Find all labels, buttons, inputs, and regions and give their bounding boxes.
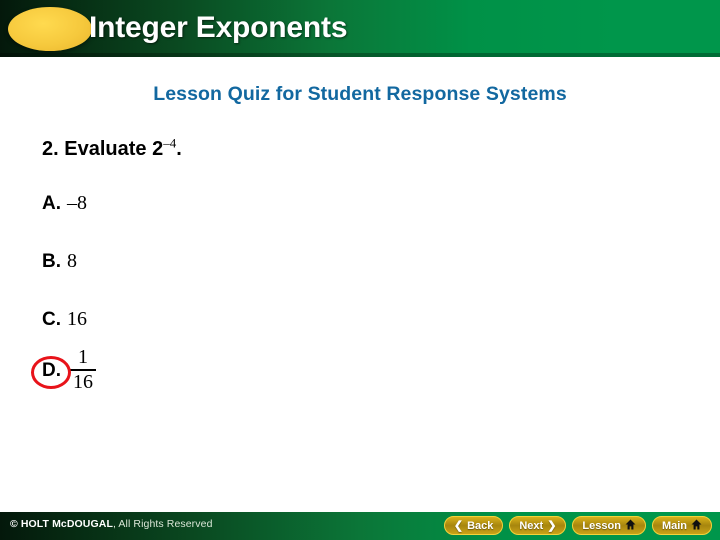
main-button-label: Main [661,519,687,532]
main-button[interactable]: Main [651,516,712,535]
answer-choice-d[interactable]: D. 1 16 [31,347,96,394]
question-exponent: –4 [163,135,177,151]
choice-value: 8 [67,250,77,272]
lesson-button-label: Lesson [582,519,621,532]
yellow-ellipse-icon [8,7,92,51]
fraction-numerator: 1 [78,346,88,368]
home-icon [691,519,702,533]
lesson-quiz-subtitle: Lesson Quiz for Student Response Systems [153,83,567,105]
choice-letter: C. [42,309,61,330]
home-icon [625,519,636,533]
footer-bar: © HOLT McDOUGAL, All Rights Reserved ❮ B… [0,512,720,540]
next-button-label: Next [519,519,544,532]
page-title: Integer Exponents [89,11,348,44]
question-period: . [176,138,182,160]
choice-value-fraction: 1 16 [70,347,96,393]
choice-letter: B. [42,251,61,272]
choice-value: –8 [67,192,87,214]
answer-choice-b[interactable]: B. 8 [42,250,77,273]
question-base: 2 [152,138,164,160]
copyright-brand: © HOLT McDOUGAL [10,518,113,530]
choice-letter: D. [42,360,61,381]
header-shadow-divider [0,53,720,57]
question-prompt: Evaluate [64,138,147,160]
answer-choice-c[interactable]: C. 16 [42,308,87,331]
footer-navigation-group: ❮ Back Next ❯ Lesson Main [443,516,712,535]
copyright-text: © HOLT McDOUGAL, All Rights Reserved [10,518,213,530]
lesson-button[interactable]: Lesson [572,516,646,535]
question-text: 2. Evaluate 2–4. [42,135,182,161]
slide-canvas: Integer Exponents Lesson Quiz for Studen… [0,0,720,540]
header-banner: Integer Exponents [0,0,720,57]
answer-choice-a[interactable]: A. –8 [42,192,87,215]
question-number: 2. [42,138,59,160]
next-button[interactable]: Next ❯ [509,516,567,535]
back-button[interactable]: ❮ Back [443,516,504,535]
fraction-denominator: 16 [73,371,93,393]
choice-value: 16 [67,308,87,330]
chevron-left-icon: ❮ [453,520,464,532]
choice-letter: A. [42,193,61,214]
chevron-right-icon: ❯ [547,520,557,532]
copyright-rest: , All Rights Reserved [112,518,213,530]
back-button-label: Back [467,519,494,532]
